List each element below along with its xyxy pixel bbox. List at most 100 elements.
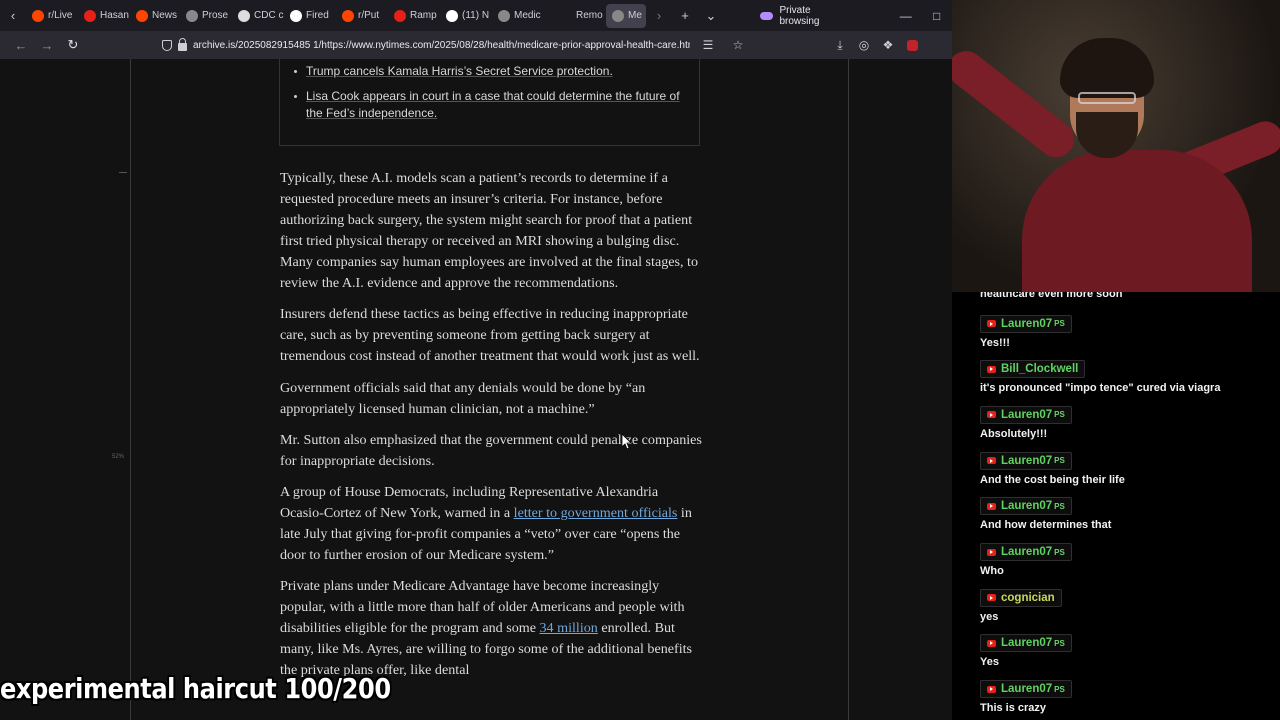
headline-link[interactable]: Lisa Cook appears in court in a case tha…: [306, 89, 680, 120]
chat-message: Bill_Clockwell it's pronounced "impo tenc…: [980, 360, 1280, 394]
downloads-icon[interactable]: ⤓: [828, 33, 852, 57]
chat-message-text: Yes!!!: [980, 336, 1010, 349]
browser-tab[interactable]: Fired: [284, 4, 336, 28]
playstation-badge: PS: [1054, 456, 1065, 466]
playstation-badge: PS: [1054, 684, 1065, 694]
chat-message: Lauren07 PS Absolutely!!!: [980, 405, 1280, 440]
chat-message-text: Who: [980, 565, 1004, 577]
chat-username: Lauren07: [1001, 637, 1053, 650]
browser-tab[interactable]: r/Put: [336, 4, 388, 28]
browser-tab[interactable]: CDC c: [232, 4, 284, 28]
lock-icon[interactable]: [178, 37, 187, 51]
chat-username: Lauren07: [1001, 683, 1053, 696]
zoom-marker: 52%: [112, 454, 125, 460]
reader-view-icon[interactable]: ☰: [696, 33, 720, 57]
new-tab-icon[interactable]: +: [672, 3, 698, 29]
playstation-badge: PS: [1054, 638, 1065, 648]
maximize-icon[interactable]: □: [921, 9, 952, 23]
youtube-icon: [987, 685, 996, 693]
enrollment-link[interactable]: 34 million: [540, 620, 598, 636]
playstation-badge: PS: [1054, 319, 1065, 328]
minimize-icon[interactable]: —: [890, 9, 921, 23]
article-paragraph: Private plans under Medicare Advantage h…: [280, 576, 704, 681]
extensions-puzzle-icon[interactable]: ❖: [876, 33, 900, 57]
generic-page-icon: [612, 9, 624, 22]
chat-username-badge[interactable]: cognician: [980, 588, 1062, 607]
youtube-icon: [987, 457, 996, 465]
youtube-icon: [987, 411, 996, 419]
headline-item[interactable]: Lisa Cook appears in court in a case tha…: [294, 88, 689, 122]
forward-arrow-icon[interactable]: →: [34, 33, 60, 57]
url-bar[interactable]: archive.is/2025082915485 1/https://www.n…: [156, 33, 756, 57]
headline-link[interactable]: Trump cancels Kamala Harris’s Secret Ser…: [306, 64, 613, 78]
stream-overlay-caption: experimental haircut 100/200: [0, 672, 391, 705]
article-body: Typically, these A.I. models scan a pati…: [280, 168, 704, 692]
tab-title: Remo: [576, 10, 603, 21]
chat-message: Lauren07 PS Yes!!!: [980, 314, 1280, 349]
browser-tab[interactable]: Me×: [606, 3, 646, 28]
chat-username-badge[interactable]: Lauren07 PS: [980, 497, 1072, 516]
tab-title: Fired: [306, 10, 329, 21]
tab-title: Me: [628, 10, 642, 21]
chat-message-text: And the cost being their life: [980, 473, 1125, 486]
news-icon: [290, 9, 302, 22]
reddit-icon: [32, 9, 44, 22]
chat-partial-message: healthcare even more soon: [980, 292, 1123, 300]
chat-username-badge[interactable]: Lauren07 PS: [980, 405, 1072, 424]
chat-message: Lauren07 PS Who: [980, 543, 1280, 577]
browser-tab[interactable]: r/Live: [26, 4, 78, 28]
related-headlines-box: Trump cancels Kamala Harris’s Secret Ser…: [279, 59, 700, 146]
reload-icon[interactable]: ↻: [60, 33, 86, 57]
tab-title: r/Live: [48, 10, 73, 21]
playstation-badge: PS: [1054, 410, 1065, 420]
tracking-protection-shield-icon[interactable]: [162, 39, 172, 51]
chat-username-badge[interactable]: Lauren07 PS: [980, 314, 1072, 333]
chat-username-badge[interactable]: Lauren07 PS: [980, 680, 1072, 699]
article-paragraph: Insurers defend these tactics as being e…: [280, 306, 700, 365]
chat-username-badge[interactable]: Lauren07 PS: [980, 634, 1072, 653]
chat-username-badge[interactable]: Bill_Clockwell: [980, 360, 1086, 379]
browser-tab[interactable]: Prose: [180, 4, 232, 28]
browser-tab[interactable]: (11) N: [440, 4, 492, 28]
headline-item[interactable]: Trump cancels Kamala Harris’s Secret Ser…: [294, 63, 689, 80]
tab-title: Prose: [202, 10, 229, 21]
tab-title: Hasan: [100, 10, 129, 21]
tab-list: r/Live Hasan News Prose CDC c Fired r/Put Ramp (…: [26, 3, 646, 28]
tab-title: Ramp: [410, 10, 437, 21]
youtube-icon: [987, 548, 996, 556]
browser-tab[interactable]: Hasan: [78, 4, 130, 28]
browser-tab[interactable]: News: [130, 4, 180, 28]
mouse-cursor-icon: [622, 434, 632, 450]
tab-scroll-right-icon[interactable]: ›: [646, 3, 672, 29]
side-marker: [119, 172, 127, 173]
back-arrow-icon[interactable]: ←: [8, 33, 34, 57]
webcam-feed: [952, 0, 1280, 292]
browser-tab[interactable]: Medic: [492, 4, 554, 28]
tab-scroll-left-icon[interactable]: ‹: [0, 3, 26, 29]
browser-window: ‹ r/Live Hasan News Prose CDC c Fired r/Put Ram…: [0, 0, 952, 720]
chat-username-badge[interactable]: Lauren07 PS: [980, 543, 1072, 561]
list-all-tabs-icon[interactable]: ⌄: [698, 3, 724, 29]
generic-page-icon: [498, 9, 510, 22]
ublock-extension-icon[interactable]: [900, 33, 924, 57]
bookmark-star-icon[interactable]: ☆: [726, 33, 750, 57]
youtube-icon: [84, 9, 96, 22]
chat-username-badge[interactable]: Lauren07 PS: [980, 451, 1072, 470]
tab-title: Medic: [514, 10, 541, 21]
article-paragraph: Mr. Sutton also emphasized that the gove…: [280, 431, 702, 469]
chat-message-text: Absolutely!!!: [980, 427, 1048, 440]
reddit-icon: [342, 9, 354, 22]
browser-tab[interactable]: Ramp: [388, 4, 440, 28]
letter-link[interactable]: letter to government officials: [514, 505, 678, 521]
url-text[interactable]: archive.is/2025082915485 1/https://www.n…: [193, 40, 690, 51]
chat-message-text: And how determines that: [980, 519, 1112, 532]
chat-message-text: Yes: [980, 656, 999, 669]
playstation-badge: PS: [1054, 547, 1065, 557]
chat-message-text: This is crazy: [980, 702, 1047, 715]
account-icon[interactable]: ◎: [852, 33, 876, 57]
tab-title: (11) N: [462, 10, 490, 21]
tab-title: CDC c: [254, 10, 284, 21]
private-mask-icon: [760, 11, 774, 20]
streamer-shirt: [1022, 150, 1252, 292]
browser-tab[interactable]: Remo: [554, 4, 606, 28]
